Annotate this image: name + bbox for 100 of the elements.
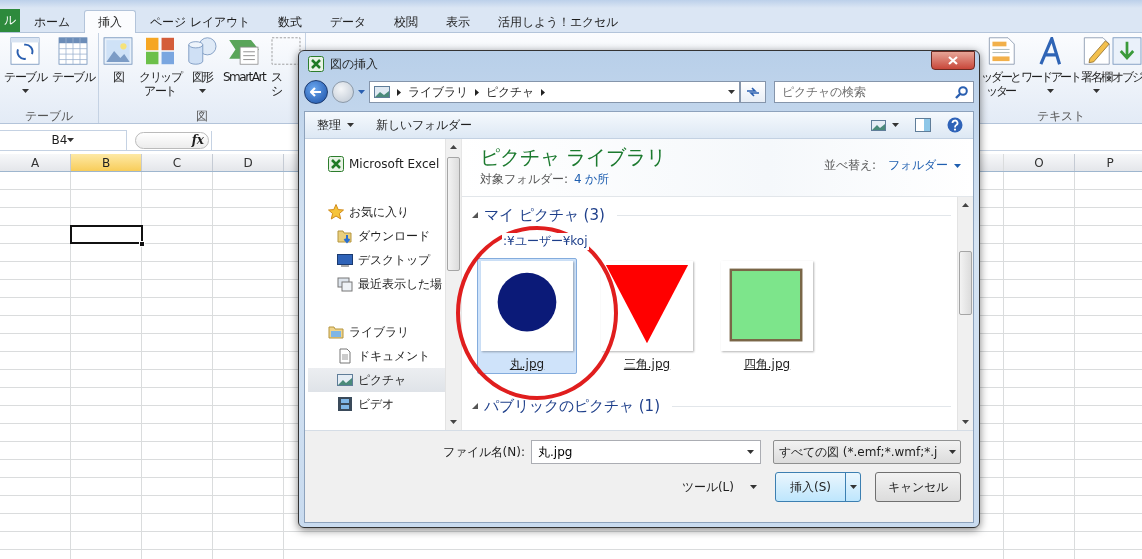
caret-icon: [358, 90, 365, 94]
address-bar[interactable]: ライブラリ ピクチャ: [369, 81, 740, 103]
scrollbar[interactable]: [957, 197, 973, 430]
table-icon: [58, 37, 88, 65]
shapes-icon: [187, 37, 217, 65]
caret-icon: [962, 203, 969, 207]
column-header[interactable]: D: [213, 154, 284, 171]
search-icon: [955, 86, 968, 99]
scrollbar[interactable]: [445, 139, 461, 430]
sort-label: 並べ替え:: [823, 157, 876, 174]
ribbon-tab[interactable]: 数式: [263, 10, 316, 33]
ribbon-button[interactable]: ス シ: [269, 37, 304, 109]
nav-item[interactable]: ビデオ: [308, 392, 445, 416]
tools-button[interactable]: ツール(L): [681, 478, 757, 496]
ribbon-button[interactable]: ッダーと ッター: [981, 37, 1021, 109]
object-icon: [1112, 37, 1142, 65]
group-label: テキスト: [1036, 109, 1087, 123]
caret-icon: [750, 485, 757, 489]
nav-item[interactable]: ドキュメント: [308, 344, 445, 368]
smartart-icon: [229, 37, 260, 65]
column-header[interactable]: B: [71, 154, 142, 171]
group-title[interactable]: パブリックのピクチャ (1): [484, 396, 660, 416]
ribbon-tab[interactable]: 活用しよう！エクセル: [483, 10, 632, 33]
pivot-table-icon: [10, 37, 40, 65]
file-type-dropdown[interactable]: すべての図 (*.emf;*.wmf;*.j: [773, 440, 961, 464]
back-button[interactable]: [304, 80, 328, 104]
folder-path: :¥ユーザー¥koj: [502, 233, 589, 250]
search-field[interactable]: ピクチャの検索: [774, 81, 974, 103]
view-button[interactable]: [871, 119, 899, 131]
column-header[interactable]: O: [1004, 154, 1075, 171]
file-item[interactable]: 三角.jpg: [597, 258, 697, 374]
name-box[interactable]: B4: [0, 129, 127, 151]
ribbon-button[interactable]: ワードアート: [1021, 37, 1080, 109]
column-header[interactable]: C: [142, 154, 213, 171]
dialog-title: 図の挿入: [330, 55, 378, 73]
organize-button[interactable]: 整理: [317, 116, 354, 134]
desktop-icon: [337, 252, 353, 268]
ribbon-button[interactable]: テーブル: [2, 37, 48, 109]
history-button[interactable]: [358, 90, 365, 94]
function-label[interactable]: fx: [191, 133, 204, 147]
caret-icon: [849, 485, 857, 489]
scrollbar-thumb[interactable]: [447, 157, 460, 271]
group-title[interactable]: マイ ピクチャ (3): [484, 205, 605, 225]
file-name-label: ファイル名(N):: [442, 443, 525, 461]
refresh-button[interactable]: [740, 81, 766, 103]
view-icon: [871, 119, 886, 131]
insert-button[interactable]: 挿入(S): [775, 472, 861, 502]
screenshot-icon: [271, 37, 302, 65]
picture-icon: [337, 372, 353, 388]
ribbon-tab[interactable]: 校閲: [379, 10, 432, 33]
nav-item[interactable]: ピクチャ: [308, 368, 445, 392]
arrow-icon: [310, 87, 322, 97]
ribbon-button[interactable]: 図形: [185, 37, 219, 109]
scrollbar-thumb[interactable]: [959, 251, 972, 315]
ribbon-tab[interactable]: ページ レイアウト: [136, 10, 264, 33]
sort-dropdown[interactable]: フォルダー: [888, 157, 961, 174]
ribbon-button[interactable]: 署名欄: [1081, 37, 1111, 109]
file-name-field[interactable]: 丸.jpg: [531, 440, 761, 464]
breadcrumb[interactable]: ライブラリ: [408, 83, 468, 101]
file-item[interactable]: 四角.jpg: [717, 258, 817, 374]
ribbon-tab[interactable]: 挿入: [84, 10, 136, 33]
caret-icon: [67, 138, 75, 142]
caret-icon: [747, 450, 754, 454]
cancel-button[interactable]: キャンセル: [875, 472, 961, 502]
breadcrumb[interactable]: ピクチャ: [486, 83, 534, 101]
clip-art-icon: [145, 37, 175, 65]
ribbon-button[interactable]: オブジ: [1112, 37, 1142, 109]
library-folder-icon: [328, 324, 344, 340]
nav-item[interactable]: Microsoft Excel: [308, 152, 445, 176]
caret-icon: [949, 450, 956, 454]
ribbon-button[interactable]: SmartArt: [221, 37, 268, 109]
chevron-icon: [397, 88, 401, 96]
ribbon-button[interactable]: テーブル: [50, 37, 96, 109]
document-icon: [337, 348, 353, 364]
caret-icon: [450, 145, 457, 149]
new-folder-button[interactable]: 新しいフォルダー: [376, 116, 472, 134]
ribbon-tab[interactable]: データ: [315, 10, 380, 33]
nav-item[interactable]: お気に入り: [308, 200, 445, 224]
ribbon-tab[interactable]: 表示: [431, 10, 484, 33]
pencil-document-icon: [1081, 37, 1111, 65]
group-label: テーブル: [24, 109, 74, 123]
picture-icon: [103, 37, 133, 65]
ribbon-button[interactable]: クリップ アート: [137, 37, 183, 109]
group-label: 図: [195, 109, 210, 123]
help-button[interactable]: [947, 117, 963, 133]
nav-item[interactable]: ライブラリ: [308, 320, 445, 344]
file-tab[interactable]: ル: [0, 9, 20, 32]
column-header[interactable]: P: [1075, 154, 1142, 171]
folders-link[interactable]: 4 か所: [574, 171, 610, 188]
close-icon: [948, 56, 958, 65]
nav-item[interactable]: 最近表示した場: [308, 272, 445, 296]
ribbon-tab[interactable]: ホーム: [20, 10, 84, 33]
nav-item[interactable]: ダウンロード: [308, 224, 445, 248]
ribbon-button[interactable]: 図: [101, 37, 135, 109]
help-icon: [947, 117, 963, 133]
library-title: ピクチャ ライブラリ: [480, 145, 667, 169]
preview-pane-button[interactable]: [915, 118, 931, 132]
close-button[interactable]: [931, 51, 975, 70]
file-item[interactable]: 丸.jpg: [477, 258, 577, 374]
nav-item[interactable]: デスクトップ: [308, 248, 445, 272]
